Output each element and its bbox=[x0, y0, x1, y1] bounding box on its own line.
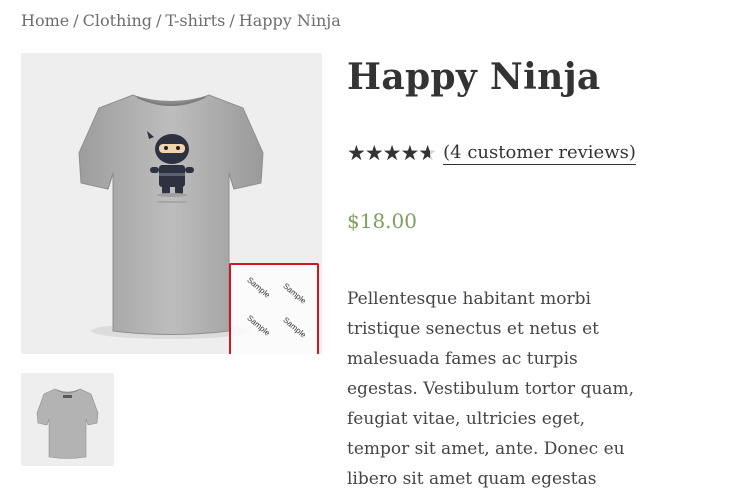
sample-watermark-text: Sample bbox=[281, 315, 308, 340]
breadcrumb-separator: / bbox=[229, 11, 235, 30]
breadcrumb-clothing-link[interactable]: Clothing bbox=[83, 11, 152, 30]
star-rating-icon: ★★★★★ ★★★★★ bbox=[347, 141, 437, 165]
breadcrumb-tshirts-link[interactable]: T-shirts bbox=[165, 11, 225, 30]
product-main-image[interactable]: Sample Sample Sample Sample bbox=[21, 53, 322, 354]
product-title: Happy Ninja bbox=[347, 56, 601, 98]
breadcrumb-separator: / bbox=[73, 11, 79, 30]
sample-watermark-box: Sample Sample Sample Sample bbox=[229, 263, 319, 354]
product-price: $18.00 bbox=[347, 209, 417, 233]
breadcrumb-home-link[interactable]: Home bbox=[21, 11, 69, 30]
product-thumbnail[interactable] bbox=[21, 373, 114, 466]
product-rating: ★★★★★ ★★★★★ (4 customer reviews) bbox=[347, 141, 636, 165]
product-short-description: Pellentesque habitant morbi tristique se… bbox=[347, 284, 647, 494]
breadcrumb-current: Happy Ninja bbox=[238, 11, 341, 30]
breadcrumb: Home / Clothing / T-shirts / Happy Ninja bbox=[21, 11, 341, 30]
sample-watermark-text: Sample bbox=[245, 313, 272, 338]
sample-watermark-text: Sample bbox=[281, 281, 308, 306]
description-text: Pellentesque habitant morbi tristique se… bbox=[347, 289, 635, 489]
breadcrumb-separator: / bbox=[156, 11, 162, 30]
star-rating-filled: ★★★★★ bbox=[347, 141, 430, 165]
customer-reviews-link[interactable]: (4 customer reviews) bbox=[443, 142, 636, 165]
sample-watermark-text: Sample bbox=[245, 275, 272, 300]
tshirt-back-thumbnail-image bbox=[36, 388, 99, 459]
